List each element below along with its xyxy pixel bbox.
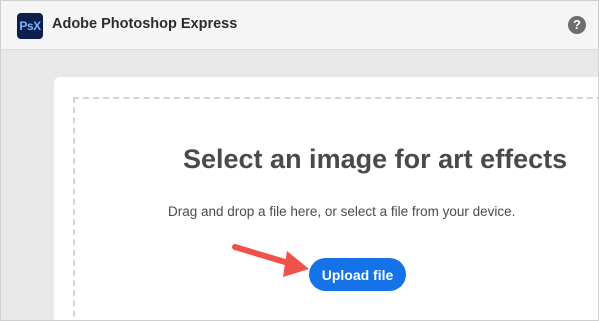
page-title: Select an image for art effects (183, 144, 568, 174)
upload-instructions: Drag and drop a file here, or select a f… (168, 204, 516, 219)
app-header: PsX Adobe Photoshop Express ? (1, 1, 598, 50)
help-icon[interactable]: ? (568, 16, 586, 34)
upload-file-button[interactable]: Upload file (309, 258, 406, 291)
photoshop-express-logo: PsX (17, 13, 43, 39)
app-title: Adobe Photoshop Express (52, 16, 238, 32)
annotation-arrow-icon (232, 244, 309, 277)
logo-text: PsX (19, 19, 41, 33)
app-window: PsX Adobe Photoshop Express ? Select an … (0, 0, 599, 321)
